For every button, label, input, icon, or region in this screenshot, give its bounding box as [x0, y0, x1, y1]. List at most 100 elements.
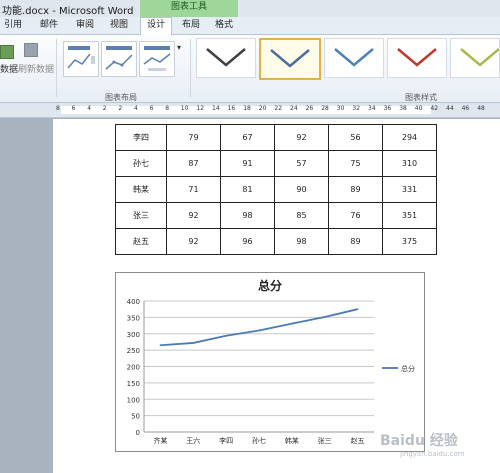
table-cell-name[interactable]: 赵五	[115, 228, 167, 255]
ribbon-design: 数据 刷新数据 ▾ 图表布局 图表样式	[0, 35, 500, 103]
table-cell-score[interactable]: 89	[328, 176, 383, 203]
data-point	[192, 342, 195, 344]
table-cell-score[interactable]: 56	[328, 124, 383, 151]
table-cell-score[interactable]: 331	[382, 176, 437, 203]
ruler-tick-label: 24	[290, 105, 298, 112]
ruler-tick-label: 2	[102, 105, 107, 112]
chart-layout-group-label: 图表布局	[105, 93, 137, 102]
y-tick-label: 200	[127, 364, 140, 372]
table-cell-score[interactable]: 92	[274, 124, 329, 151]
x-tick-label: 王六	[186, 436, 200, 445]
chart-style-group-label: 图表样式	[405, 93, 437, 102]
table-cell-score[interactable]: 57	[274, 150, 329, 177]
ruler-tick-label: 8	[56, 105, 60, 112]
chart-style-3[interactable]	[324, 38, 384, 78]
scores-table-body: 李四 79 67 92 56 294 孙七 87 91 57 75 310 韩某 71 81 90 89 331 张…	[115, 124, 437, 255]
table-cell-score[interactable]: 87	[166, 150, 221, 177]
data-point	[225, 334, 227, 337]
ruler-tick-label: 18	[243, 105, 251, 112]
ruler-tick-label: 30	[336, 105, 345, 112]
y-tick-label: 300	[127, 331, 140, 339]
tab-format[interactable]: 格式	[215, 18, 233, 33]
table-cell-score[interactable]: 89	[328, 228, 383, 255]
table-cell-score[interactable]: 76	[328, 202, 383, 229]
table-cell-name[interactable]: 李四	[115, 124, 167, 151]
y-tick-label: 50	[131, 413, 140, 421]
tab-mailings[interactable]: 邮件	[40, 18, 58, 33]
chart-layout-3-icon	[143, 46, 171, 71]
data-point	[291, 322, 293, 325]
scores-table[interactable]: 李四 79 67 92 56 294 孙七 87 91 57 75 310 韩某 71 81 90 89 331 张…	[115, 124, 437, 255]
table-row[interactable]: 赵五 92 96 98 89 375	[115, 228, 437, 255]
table-cell-score[interactable]: 375	[382, 228, 437, 255]
legend-label: 总分	[401, 364, 415, 373]
chart-style-2-selected[interactable]	[259, 38, 321, 80]
x-tick-label: 韩某	[285, 436, 299, 445]
table-cell-score[interactable]: 98	[220, 202, 275, 229]
table-cell-score[interactable]: 81	[220, 176, 275, 203]
table-row[interactable]: 韩某 71 81 90 89 331	[115, 176, 437, 203]
ruler-tick-label: 28	[321, 105, 329, 112]
ruler-tick-label: 36	[383, 105, 392, 112]
ruler-tick-label: 14	[212, 105, 220, 112]
tab-design[interactable]: 设计	[140, 17, 173, 35]
table-cell-score[interactable]: 91	[220, 150, 275, 177]
chart-style-4[interactable]	[387, 38, 447, 78]
table-cell-score[interactable]: 92	[166, 228, 221, 255]
ruler-tick-label: 4	[134, 105, 138, 112]
table-cell-score[interactable]: 75	[328, 150, 383, 177]
chart-tools-context-label: 图表工具	[140, 0, 238, 17]
chart-layout-3[interactable]	[139, 41, 175, 77]
ruler-tick-label: 20	[258, 105, 267, 112]
y-tick-label: 150	[127, 380, 140, 388]
chart-style-1[interactable]	[196, 38, 256, 78]
table-cell-score[interactable]: 96	[220, 228, 275, 255]
table-cell-score[interactable]: 294	[382, 124, 437, 151]
table-row[interactable]: 孙七 87 91 57 75 310	[115, 150, 437, 177]
table-row[interactable]: 李四 79 67 92 56 294	[115, 124, 437, 151]
chart-style-5-icon	[460, 48, 500, 67]
table-cell-score[interactable]: 98	[274, 228, 329, 255]
ruler-tick-label: 10	[180, 105, 189, 112]
refresh-data-button[interactable]: 刷新数据	[18, 62, 54, 75]
table-cell-score[interactable]: 85	[274, 202, 329, 229]
ruler-tick-label: 48	[477, 105, 485, 112]
data-point	[323, 316, 326, 318]
tab-references[interactable]: 引用	[4, 18, 22, 33]
edit-data-button[interactable]: 数据	[0, 62, 18, 75]
table-cell-score[interactable]: 67	[220, 124, 275, 151]
ruler-tick-label: 2	[118, 105, 123, 112]
table-cell-score[interactable]: 92	[166, 202, 221, 229]
layout-gallery-more-icon[interactable]: ▾	[177, 43, 181, 52]
ruler-tick-label: 40	[414, 105, 423, 112]
table-cell-score[interactable]: 90	[274, 176, 329, 203]
x-tick-label: 赵五	[351, 436, 365, 445]
table-cell-score[interactable]: 79	[166, 124, 221, 151]
edit-data-icon	[0, 45, 14, 59]
table-cell-name[interactable]: 张三	[115, 202, 167, 229]
line-chart[interactable]: 总分 0 50 100 150 200 250 300 350 400 齐某 王六 李四 孙七 韩某 张三 赵…	[115, 272, 425, 452]
tab-review[interactable]: 审阅	[76, 18, 94, 33]
tab-view[interactable]: 视图	[110, 18, 128, 33]
chart-style-4-icon	[397, 48, 437, 67]
x-tick-label: 齐某	[153, 436, 167, 445]
x-tick-label: 李四	[219, 436, 233, 445]
table-cell-name[interactable]: 孙七	[115, 150, 167, 177]
table-row[interactable]: 张三 92 98 85 76 351	[115, 202, 437, 229]
table-cell-score[interactable]: 71	[166, 176, 221, 203]
x-tick-label: 孙七	[252, 436, 266, 445]
chart-layout-2-icon	[105, 46, 133, 70]
chart-layout-1[interactable]	[63, 41, 99, 77]
table-cell-score[interactable]: 310	[382, 150, 437, 177]
chart-style-5[interactable]	[450, 38, 500, 78]
horizontal-ruler[interactable]: 8 6 4 2 2 4 6 8 10 12 14 16 18 20 22 24 26 28 30 32 34 36 38 40…	[0, 103, 500, 118]
tab-layout[interactable]: 布局	[182, 18, 200, 33]
document-page[interactable]: 李四 79 67 92 56 294 孙七 87 91 57 75 310 韩某 71 81 90 89 331 张…	[53, 119, 500, 473]
ruler-tick-label: 12	[196, 105, 205, 112]
data-point	[258, 329, 260, 332]
table-cell-name[interactable]: 韩某	[115, 176, 167, 203]
y-tick-label: 100	[127, 396, 140, 404]
ribbon-tabs: 引用 邮件 审阅 视图 设计 布局 格式	[0, 17, 500, 35]
table-cell-score[interactable]: 351	[382, 202, 437, 229]
chart-layout-2[interactable]	[101, 41, 137, 77]
